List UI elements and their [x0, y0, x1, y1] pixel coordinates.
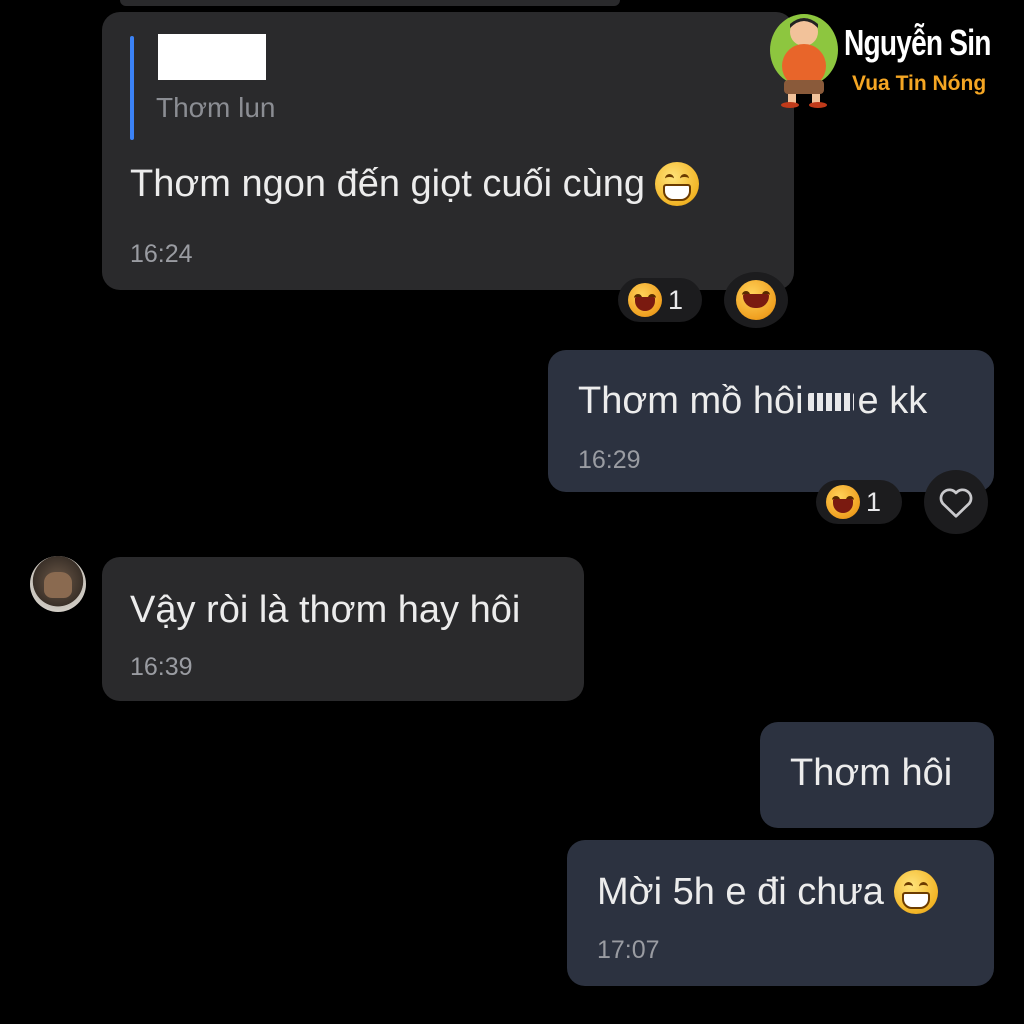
previous-bubble-edge	[120, 0, 620, 6]
reaction-badge[interactable]: 1	[618, 278, 702, 322]
message-bubble-incoming[interactable]: Vậy ròi là thơm hay hôi 16:39	[102, 557, 584, 701]
message-text: Vậy ròi là thơm hay hôi	[130, 589, 521, 631]
message-text: Thơm hôi	[790, 752, 953, 794]
message-text: Thơm mồ hôi e kk	[578, 380, 927, 423]
my-reaction-button[interactable]	[724, 272, 788, 328]
laughing-face-icon	[628, 283, 662, 317]
watermark-logo: Nguyễn Sin Vua Tin Nóng	[768, 10, 1018, 110]
avatar[interactable]	[30, 556, 86, 612]
quote-author-redacted	[158, 34, 266, 80]
quote-bar	[130, 36, 134, 140]
message-bubble-outgoing[interactable]: Thơm hôi	[760, 722, 994, 828]
reaction-badge[interactable]: 1	[816, 480, 902, 524]
message-text-after: e kk	[857, 380, 928, 422]
message-bubble-incoming[interactable]: Thơm lun Thơm ngon đến giọt cuối cùng 16…	[102, 12, 794, 290]
heart-outline-icon	[939, 488, 973, 518]
react-button[interactable]	[924, 470, 988, 534]
reaction-count: 1	[866, 486, 882, 517]
reaction-count: 1	[668, 284, 684, 315]
laughing-face-icon	[736, 280, 776, 320]
message-text-before: Thơm mồ hôi	[578, 380, 804, 422]
message-text: Mời 5h e đi chưa	[597, 870, 938, 914]
laughing-face-icon	[826, 485, 860, 519]
message-text-content: Thơm ngon đến giọt cuối cùng	[130, 162, 646, 205]
redacted-word	[807, 392, 854, 411]
message-bubble-outgoing[interactable]: Mời 5h e đi chưa 17:07	[567, 840, 994, 986]
message-timestamp: 17:07	[597, 936, 660, 964]
grinning-face-icon	[655, 162, 700, 206]
grinning-face-icon	[893, 870, 938, 914]
avatar-figure	[44, 572, 72, 598]
watermark-tagline: Vua Tin Nóng	[852, 72, 987, 95]
message-timestamp: 16:29	[578, 446, 641, 474]
mascot-icon	[770, 14, 838, 108]
message-bubble-outgoing[interactable]: Thơm mồ hôi e kk 16:29	[548, 350, 994, 492]
message-timestamp: 16:39	[130, 653, 193, 681]
message-timestamp: 16:24	[130, 240, 193, 268]
message-text: Thơm ngon đến giọt cuối cùng	[130, 162, 700, 206]
watermark-name: Nguyễn Sin	[844, 22, 991, 63]
quote-text: Thơm lun	[156, 92, 276, 123]
message-text-content: Mời 5h e đi chưa	[597, 870, 884, 913]
